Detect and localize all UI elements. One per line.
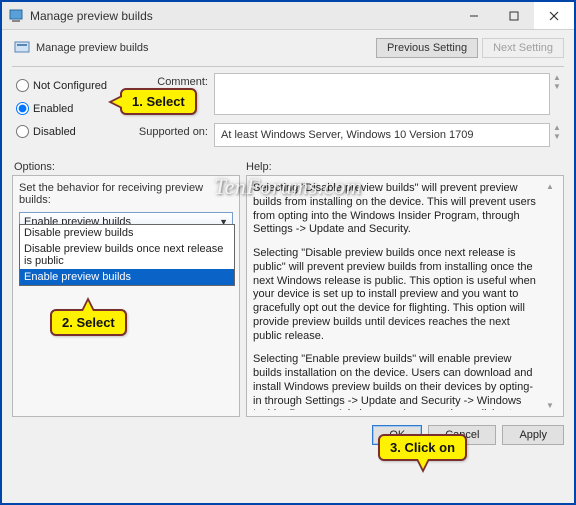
supported-on-box: At least Windows Server, Windows 10 Vers… <box>214 123 550 147</box>
options-heading: Set the behavior for receiving preview b… <box>19 182 233 206</box>
annotation-callout-3: 3. Click on <box>378 434 467 461</box>
help-label: Help: <box>246 161 272 173</box>
supported-label: Supported on: <box>132 123 214 138</box>
comment-label: Comment: <box>132 73 214 88</box>
radio-label: Enabled <box>33 103 73 115</box>
radio-disabled-input[interactable] <box>16 125 29 138</box>
behavior-dropdown[interactable]: Disable preview builds Disable preview b… <box>19 224 235 286</box>
previous-setting-button[interactable]: Previous Setting <box>376 38 478 58</box>
next-setting-button: Next Setting <box>482 38 564 58</box>
dialog-window: Manage preview builds Manage preview bui… <box>0 0 576 505</box>
radio-disabled[interactable]: Disabled <box>16 125 118 138</box>
page-title: Manage preview builds <box>36 42 370 54</box>
annotation-callout-1: 1. Select <box>120 88 197 115</box>
policy-icon <box>14 40 30 56</box>
options-label: Options: <box>14 161 246 173</box>
radio-enabled[interactable]: Enabled <box>16 102 118 115</box>
panels: Set the behavior for receiving preview b… <box>12 175 564 417</box>
app-icon <box>8 8 24 24</box>
window-title: Manage preview builds <box>30 9 454 23</box>
help-paragraph: Selecting "Disable preview builds once n… <box>253 247 539 343</box>
fields-column: Comment: ▲▼ Supported on: At least Windo… <box>132 73 564 155</box>
section-labels: Options: Help: <box>14 161 564 173</box>
maximize-button[interactable] <box>494 2 534 29</box>
config-area: Not Configured Enabled Disabled Comment:… <box>12 73 564 155</box>
divider <box>12 66 564 67</box>
options-panel: Set the behavior for receiving preview b… <box>12 175 240 417</box>
radio-enabled-input[interactable] <box>16 102 29 115</box>
radio-not-configured[interactable]: Not Configured <box>16 79 118 92</box>
dropdown-option[interactable]: Disable preview builds once next release… <box>20 241 234 269</box>
close-button[interactable] <box>534 2 574 29</box>
minimize-button[interactable] <box>454 2 494 29</box>
comment-scroll: ▲▼ <box>550 73 564 91</box>
supported-scroll: ▲▼ <box>550 123 564 141</box>
annotation-callout-2: 2. Select <box>50 309 127 336</box>
supported-on-text: At least Windows Server, Windows 10 Vers… <box>221 129 474 141</box>
dialog-body: Manage preview builds Previous Setting N… <box>2 30 574 503</box>
dialog-buttons: OK Cancel Apply <box>12 417 564 445</box>
window-buttons <box>454 2 574 29</box>
apply-button[interactable]: Apply <box>502 425 564 445</box>
dropdown-option[interactable]: Disable preview builds <box>20 225 234 241</box>
state-radio-group: Not Configured Enabled Disabled <box>12 73 122 155</box>
radio-not-configured-input[interactable] <box>16 79 29 92</box>
dropdown-option-selected[interactable]: Enable preview builds <box>20 269 234 285</box>
help-paragraph: Selecting "Disable preview builds" will … <box>253 182 539 237</box>
help-paragraph: Selecting "Enable preview builds" will e… <box>253 353 539 410</box>
radio-label: Not Configured <box>33 80 107 92</box>
comment-input[interactable] <box>214 73 550 115</box>
help-panel: Selecting "Disable preview builds" will … <box>246 175 564 417</box>
radio-label: Disabled <box>33 126 76 138</box>
titlebar: Manage preview builds <box>2 2 574 30</box>
header-row: Manage preview builds Previous Setting N… <box>12 36 564 66</box>
help-text: Selecting "Disable preview builds" will … <box>253 182 543 410</box>
help-scroll[interactable]: ▲▼ <box>543 182 557 410</box>
